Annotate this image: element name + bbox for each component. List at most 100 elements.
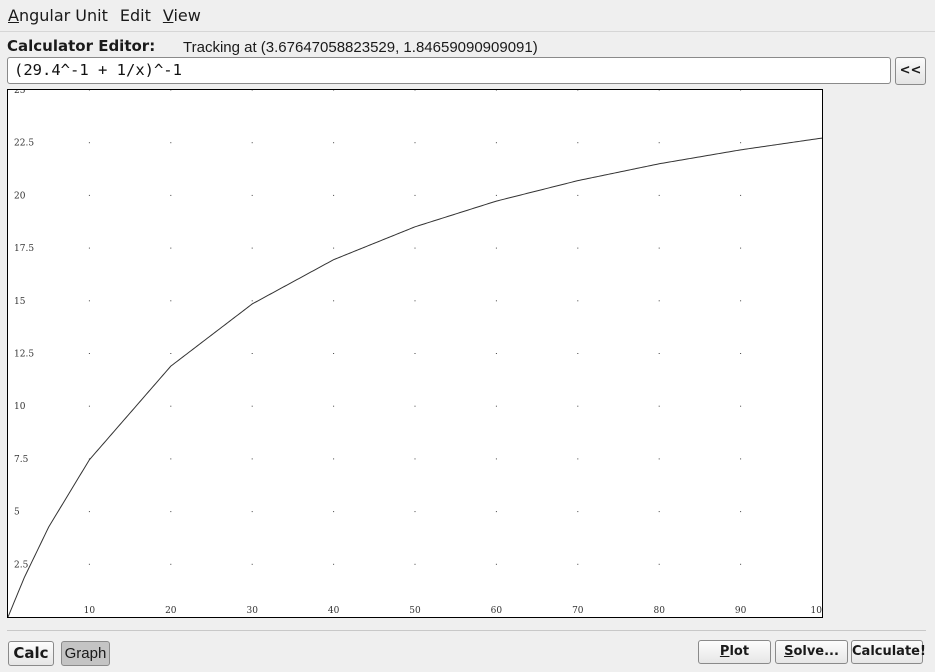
x-tick-label: 10 <box>811 606 822 616</box>
grid-dot <box>170 458 172 460</box>
menu-bar: Angular Unit Edit View <box>0 0 935 32</box>
menu-angular-unit[interactable]: Angular Unit <box>2 0 114 32</box>
grid-dot <box>414 194 416 196</box>
editor-label: Calculator Editor: <box>7 37 156 55</box>
grid-dot <box>414 353 416 354</box>
grid-dot <box>495 142 497 144</box>
menu-label: ngular Unit <box>18 5 108 25</box>
grid-dot <box>740 511 742 513</box>
plot-button[interactable]: Plot <box>698 640 771 664</box>
grid-dot <box>251 405 253 407</box>
grid-dot <box>577 247 579 249</box>
grid-dot <box>414 300 416 302</box>
collapse-button[interactable]: << <box>895 57 926 85</box>
grid-dot <box>414 458 416 460</box>
y-tick-label: 2.5 <box>14 560 29 570</box>
y-tick-label: 5 <box>14 508 20 518</box>
y-tick-label: 22.5 <box>14 139 34 149</box>
grid-dot <box>740 247 742 249</box>
grid-dot <box>170 300 172 302</box>
grid-dot <box>414 405 416 407</box>
calc-mode-button[interactable]: Calc <box>8 641 54 666</box>
grid-dot <box>333 511 335 513</box>
grid-dot <box>88 142 90 144</box>
grid-dot <box>658 247 660 249</box>
grid-dot <box>333 90 335 91</box>
grid-dot <box>251 511 253 513</box>
grid-dot <box>88 194 90 196</box>
grid-dot <box>658 511 660 513</box>
x-tick-label: 40 <box>328 606 340 616</box>
grid-dot <box>251 90 253 91</box>
grid-dot <box>495 194 497 196</box>
grid-dot <box>495 247 497 249</box>
y-tick-label: 10 <box>14 402 26 412</box>
grid-dot <box>88 511 90 513</box>
grid-dot <box>495 90 497 91</box>
grid-dot <box>251 194 253 196</box>
grid-dot <box>740 405 742 407</box>
graph-canvas[interactable]: 10 20 30 40 50 60 70 80 90 10 2.5 5 7.5 10 12.5 15 17.5 2… <box>7 89 823 618</box>
grid-dot <box>88 300 90 302</box>
grid-dot <box>577 563 579 565</box>
grid-dot <box>88 90 90 91</box>
grid-dot <box>495 405 497 407</box>
x-tick-label: 30 <box>246 606 258 616</box>
grid-dot <box>251 353 253 354</box>
calculate-button[interactable]: Calculate! <box>851 640 926 664</box>
grid-dot <box>495 511 497 513</box>
menu-label: iew <box>173 5 201 25</box>
menu-view[interactable]: View <box>157 0 207 32</box>
grid-dot <box>170 194 172 196</box>
solve-button[interactable]: Solve... <box>775 640 848 664</box>
expression-input[interactable]: (29.4^-1 + 1/x)^-1 <box>7 57 891 84</box>
x-tick-label: 10 <box>84 606 96 616</box>
plot-svg: 10 20 30 40 50 60 70 80 90 10 2.5 5 7.5 10 12.5 15 17.5 2… <box>8 90 822 617</box>
grid-dot <box>251 247 253 249</box>
y-tick-label: 15 <box>14 297 26 307</box>
graph-mode-button[interactable]: Graph <box>61 641 110 666</box>
y-tick-label: 17.5 <box>14 244 34 254</box>
grid-dot <box>170 563 172 565</box>
grid-dot <box>170 353 172 354</box>
grid-dot <box>658 300 660 302</box>
grid-dot <box>414 142 416 144</box>
grid-dot <box>251 563 253 565</box>
grid-dot <box>495 458 497 460</box>
grid-dot <box>658 458 660 460</box>
grid-dot <box>577 405 579 407</box>
menu-mnemonic: A <box>8 5 19 25</box>
grid-dot <box>333 300 335 302</box>
grid-dot <box>740 142 742 144</box>
grid-dot <box>658 194 660 196</box>
solve-label: olve... <box>793 644 839 659</box>
grid-dot <box>414 247 416 249</box>
menu-mnemonic: V <box>162 5 174 25</box>
grid-dot <box>251 458 253 460</box>
grid-dot <box>740 194 742 196</box>
grid-dot <box>740 458 742 460</box>
grid-dot <box>495 563 497 565</box>
grid-dot <box>414 511 416 513</box>
grid-dot <box>88 563 90 565</box>
grid-dot <box>577 300 579 302</box>
grid-dot <box>333 405 335 407</box>
grid-dot <box>658 142 660 144</box>
grid-dot <box>333 247 335 249</box>
x-tick-label: 50 <box>409 606 421 616</box>
grid-dot <box>577 194 579 196</box>
grid-dot <box>170 142 172 144</box>
x-tick-label: 70 <box>572 606 584 616</box>
x-tick-label: 60 <box>491 606 503 616</box>
x-tick-label: 90 <box>735 606 747 616</box>
grid-dot <box>170 405 172 407</box>
plot-label: lot <box>729 644 750 659</box>
grid-dot <box>170 247 172 249</box>
grid-dot <box>740 90 742 91</box>
grid-dot <box>333 563 335 565</box>
grid-dot <box>333 142 335 144</box>
grid-dot <box>658 353 660 354</box>
menu-edit[interactable]: Edit <box>114 0 157 32</box>
grid-dot <box>740 300 742 302</box>
grid-dot <box>658 90 660 91</box>
